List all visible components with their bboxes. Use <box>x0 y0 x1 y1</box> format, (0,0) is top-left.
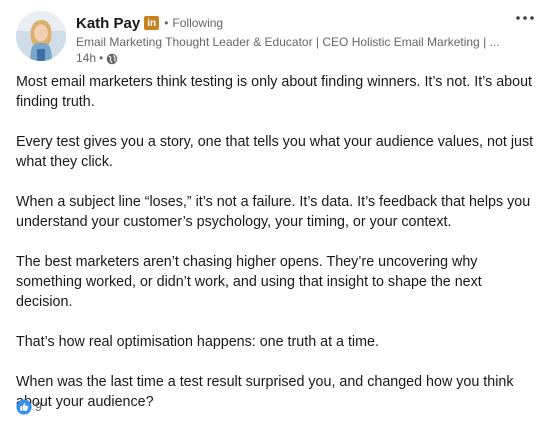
separator-dot: • <box>164 16 169 30</box>
post-paragraph: The best marketers aren’t chasing higher… <box>16 254 482 310</box>
like-icon <box>16 399 32 415</box>
post-header: Kath Pay in • Following Email Marketing … <box>16 11 536 66</box>
post-time: 14h <box>76 51 97 65</box>
globe-icon <box>106 53 118 64</box>
post-body: Most email marketers think testing is on… <box>16 72 538 412</box>
meta-separator: • <box>99 51 104 65</box>
post-meta: 14h • <box>76 51 516 66</box>
author-name[interactable]: Kath Pay <box>76 15 140 32</box>
more-options-button[interactable] <box>513 8 537 28</box>
post-paragraph: Most email marketers think testing is on… <box>16 74 533 110</box>
author-headline: Email Marketing Thought Leader & Educato… <box>76 35 500 49</box>
linkedin-premium-badge: in <box>144 16 160 30</box>
more-horizontal-icon <box>516 16 534 20</box>
post-paragraph: Every test gives you a story, one that t… <box>16 134 534 170</box>
post-paragraph: When was the last time a test result sur… <box>16 374 514 410</box>
follow-status: Following <box>172 16 224 30</box>
reaction-summary[interactable]: 9 <box>16 399 42 415</box>
author-avatar[interactable] <box>16 11 66 61</box>
reaction-count: 9 <box>35 400 42 414</box>
author-name-line: Kath Pay in • Following <box>76 13 516 33</box>
post-paragraph: When a subject line “loses,” it’s not a … <box>16 194 531 230</box>
author-info: Kath Pay in • Following Email Marketing … <box>76 13 516 66</box>
feed-post: Kath Pay in • Following Email Marketing … <box>0 0 553 434</box>
avatar-photo <box>16 11 66 61</box>
post-paragraph: That’s how real optimisation happens: on… <box>16 334 379 350</box>
